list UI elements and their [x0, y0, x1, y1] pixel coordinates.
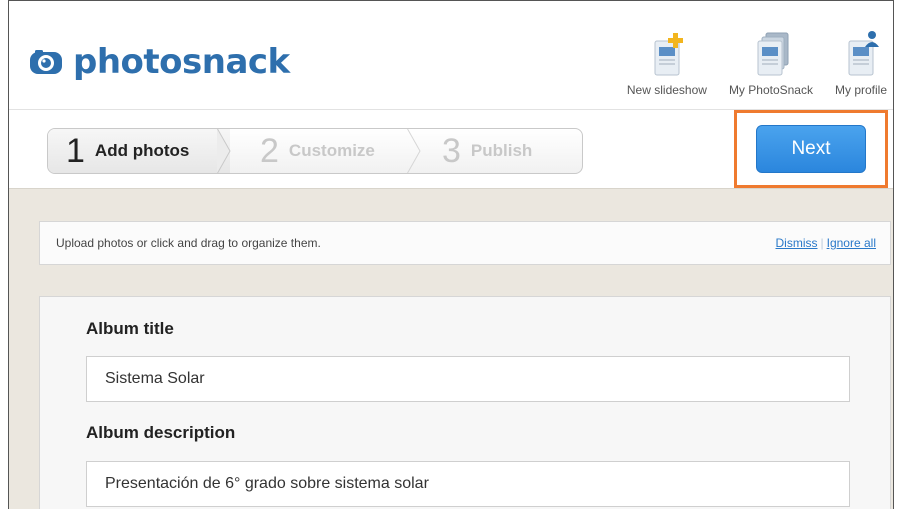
step-number: 1	[66, 132, 85, 170]
album-title-input[interactable]	[86, 356, 850, 402]
album-description-input[interactable]	[86, 461, 850, 507]
info-notice: Upload photos or click and drag to organ…	[39, 221, 891, 265]
wizard-steps: 1 Add photos 2 Customize 3 Publish	[47, 128, 583, 174]
album-description-label: Album description	[86, 423, 236, 442]
new-slideshow-icon	[654, 33, 683, 76]
step-add-photos[interactable]: 1 Add photos	[48, 129, 231, 173]
step-label: Add photos	[94, 141, 190, 160]
album-details-panel: Album title Album description	[39, 296, 891, 509]
nav-label: My PhotoSnack	[728, 83, 813, 97]
top-navigation: New slideshow My PhotoSnack My profile	[605, 23, 887, 97]
notice-text: Upload photos or click and drag to organ…	[56, 236, 321, 250]
chevron-right-icon	[217, 129, 231, 173]
header: photosnack New slideshow My PhotoSnack M…	[9, 1, 893, 109]
nav-label: My profile	[834, 83, 887, 97]
logo[interactable]: photosnack	[29, 45, 290, 79]
nav-label: New slideshow	[626, 83, 707, 97]
nav-my-photosnack[interactable]: My PhotoSnack	[729, 23, 813, 97]
chevron-right-icon	[407, 129, 421, 173]
app-window: photosnack New slideshow My PhotoSnack M…	[8, 0, 894, 509]
link-separator: |	[820, 236, 824, 250]
main-content: Upload photos or click and drag to organ…	[9, 188, 893, 509]
step-number: 2	[260, 132, 279, 170]
step-label: Publish	[470, 141, 533, 160]
my-photosnack-icon	[757, 32, 789, 76]
nav-my-profile[interactable]: My profile	[835, 23, 887, 97]
step-number: 3	[442, 132, 461, 170]
step-label: Customize	[288, 141, 375, 160]
notice-actions: Dismiss | Ignore all	[776, 236, 877, 250]
camera-logo-icon	[30, 50, 62, 74]
my-profile-icon	[848, 31, 879, 76]
album-title-label: Album title	[86, 319, 174, 338]
ignore-all-link[interactable]: Ignore all	[827, 236, 876, 250]
step-customize[interactable]: 2 Customize	[230, 129, 421, 173]
next-button[interactable]: Next	[756, 125, 866, 173]
nav-new-slideshow[interactable]: New slideshow	[627, 23, 707, 97]
step-publish[interactable]: 3 Publish	[420, 129, 582, 173]
dismiss-link[interactable]: Dismiss	[776, 236, 818, 250]
logo-text: photosnack	[73, 42, 290, 82]
